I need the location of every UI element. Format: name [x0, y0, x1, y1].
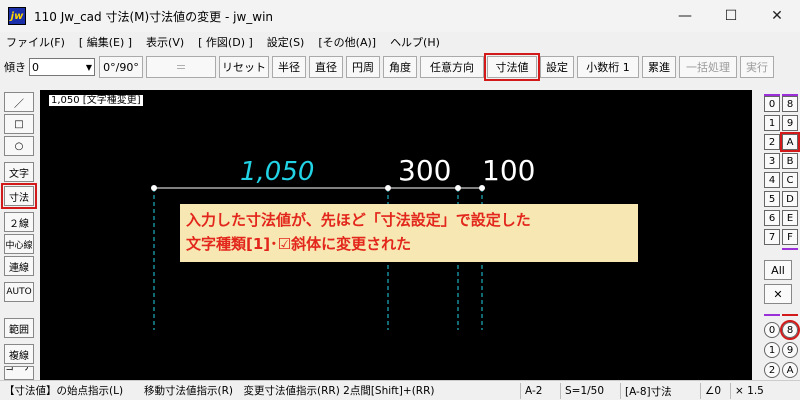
write-layer-group-1-button[interactable]: 1 — [764, 342, 780, 358]
equal-button[interactable]: ＝ — [146, 56, 216, 78]
angle-button[interactable]: 角度 — [383, 56, 417, 78]
window-title: 110 Jw_cad 寸法(M)寸法値の変更 - jw_win — [34, 9, 274, 24]
menu-settings[interactable]: 設定(S) — [267, 34, 305, 50]
settings-button[interactable]: 設定 — [540, 56, 574, 78]
layer-marker — [782, 248, 798, 250]
range-tool-button[interactable]: 範囲 — [4, 318, 34, 338]
menu-help[interactable]: ヘルプ(H) — [390, 34, 440, 50]
callout-line-2: 文字種類[1]･☑斜体に変更された — [186, 235, 412, 253]
batch-process-button[interactable]: 一括処理 — [679, 56, 737, 78]
status-angle[interactable]: ∠0 — [700, 383, 730, 399]
status-group[interactable]: [A-8]寸法 — [620, 383, 700, 399]
left-tool-palette: ／ □ ○ 文字 寸法 ２線 中心線 連線 AUTO 範囲 複線 コーナー — [0, 90, 38, 380]
tilt-label: 傾き — [4, 61, 26, 74]
right-layer-palette: 0 8 1 9 2 A 3 B 4 C 5 D 6 E 7 F All ✕ 0 … — [756, 90, 800, 380]
tilt-value: 0 — [32, 60, 39, 74]
layer-group-0-button[interactable]: 0 — [764, 96, 780, 112]
menu-file[interactable]: ファイル(F) — [6, 34, 65, 50]
layer-group-3-button[interactable]: 3 — [764, 153, 780, 169]
menu-edit[interactable]: [ 編集(E) ] — [79, 34, 132, 50]
dimension-endpoint — [385, 185, 391, 191]
write-layer-group-0-button[interactable]: 0 — [764, 322, 780, 338]
chevron-down-icon: ▼ — [85, 62, 92, 72]
layer-group-6-button[interactable]: 6 — [764, 210, 780, 226]
dimension-endpoint — [455, 185, 461, 191]
status-zoom[interactable]: × 1.5 — [730, 383, 800, 399]
text-tool-button[interactable]: 文字 — [4, 162, 34, 182]
maximize-button[interactable]: ☐ — [708, 0, 754, 32]
status-layer[interactable]: A-2 — [520, 383, 560, 399]
layer-group-marker — [764, 314, 780, 316]
layer-f-button[interactable]: F — [782, 229, 798, 245]
radius-button[interactable]: 半径 — [272, 56, 306, 78]
double-line-tool-button[interactable]: ２線 — [4, 212, 34, 232]
cumulative-button[interactable]: 累進 — [642, 56, 676, 78]
connect-line-tool-button[interactable]: 連線 — [4, 256, 34, 276]
callout-line-1: 入力した寸法値が、先ほど「寸法設定」で設定した — [186, 211, 531, 229]
status-bar: 【寸法値】の始点指示(L) 移動寸法値指示(R) 変更寸法値指示(RR) 2点間… — [0, 380, 800, 400]
reset-button[interactable]: リセット — [219, 56, 269, 78]
menu-bar: ファイル(F) [ 編集(E) ] 表示(V) [ 作図(D) ] 設定(S) … — [0, 32, 800, 52]
parallel-line-tool-button[interactable]: 複線 — [4, 344, 34, 364]
write-layer-a-button[interactable]: A — [782, 362, 798, 378]
layer-group-1-button[interactable]: 1 — [764, 115, 780, 131]
layer-d-button[interactable]: D — [782, 191, 798, 207]
layer-a-button[interactable]: A — [780, 132, 800, 152]
dimension-value-button[interactable]: 寸法値 — [484, 53, 540, 81]
arbitrary-direction-button[interactable]: 任意方向 — [420, 56, 484, 78]
layer-group-7-button[interactable]: 7 — [764, 229, 780, 245]
app-icon: jw — [8, 7, 26, 25]
dimension-tool-button[interactable]: 寸法 — [1, 183, 37, 209]
circle-tool-button[interactable]: ○ — [4, 136, 34, 156]
layer-b-button[interactable]: B — [782, 153, 798, 169]
drawing-canvas[interactable]: 1,050 [文字種変更] 1,050 300 100 入力した寸法値が、先ほど… — [40, 90, 752, 380]
auto-tool-button[interactable]: AUTO — [4, 282, 34, 302]
dimension-toolbar: 傾き 0 ▼ 0°/90° ＝ リセット 半径 直径 円周 角度 任意方向 寸法… — [0, 53, 800, 81]
close-button[interactable]: ✕ — [754, 0, 800, 32]
dimension-value-italic[interactable]: 1,050 — [240, 157, 314, 187]
write-layer-8-button[interactable]: 8 — [780, 320, 800, 340]
dimension-endpoint — [151, 185, 157, 191]
layer-group-5-button[interactable]: 5 — [764, 191, 780, 207]
circumference-button[interactable]: 円周 — [346, 56, 380, 78]
deg-0-90-button[interactable]: 0°/90° — [99, 56, 143, 78]
menu-view[interactable]: 表示(V) — [146, 34, 184, 50]
rectangle-tool-button[interactable]: □ — [4, 114, 34, 134]
centerline-tool-button[interactable]: 中心線 — [4, 234, 34, 254]
layer-group-2-button[interactable]: 2 — [764, 134, 780, 150]
layer-9-button[interactable]: 9 — [782, 115, 798, 131]
line-tool-button[interactable]: ／ — [4, 92, 34, 112]
write-layer-group-2-button[interactable]: 2 — [764, 362, 780, 378]
status-scale[interactable]: S=1/50 — [560, 383, 620, 399]
dimension-value-300[interactable]: 300 — [398, 154, 451, 187]
all-layers-button[interactable]: All — [764, 260, 792, 280]
status-message: 【寸法値】の始点指示(L) 移動寸法値指示(R) 変更寸法値指示(RR) 2点間… — [4, 385, 435, 397]
tilt-select[interactable]: 0 ▼ — [29, 58, 95, 76]
layer-8-button[interactable]: 8 — [782, 96, 798, 112]
layer-c-button[interactable]: C — [782, 172, 798, 188]
menu-draw[interactable]: [ 作図(D) ] — [198, 34, 253, 50]
diameter-button[interactable]: 直径 — [309, 56, 343, 78]
menu-other[interactable]: [その他(A)] — [318, 34, 376, 50]
corner-tool-button[interactable]: コーナー — [4, 366, 34, 380]
execute-button[interactable]: 実行 — [740, 56, 774, 78]
title-bar: jw 110 Jw_cad 寸法(M)寸法値の変更 - jw_win — ☐ ✕ — [0, 0, 800, 32]
layer-group-4-button[interactable]: 4 — [764, 172, 780, 188]
decimal-places-button[interactable]: 小数桁 1 — [577, 56, 639, 78]
minimize-button[interactable]: — — [662, 0, 708, 32]
layer-e-button[interactable]: E — [782, 210, 798, 226]
write-layer-9-button[interactable]: 9 — [782, 342, 798, 358]
layer-marker — [782, 314, 798, 316]
dimension-value-100[interactable]: 100 — [482, 154, 535, 187]
annotation-callout: 入力した寸法値が、先ほど「寸法設定」で設定した 文字種類[1]･☑斜体に変更され… — [180, 204, 638, 262]
close-icon[interactable]: ✕ — [764, 284, 792, 304]
